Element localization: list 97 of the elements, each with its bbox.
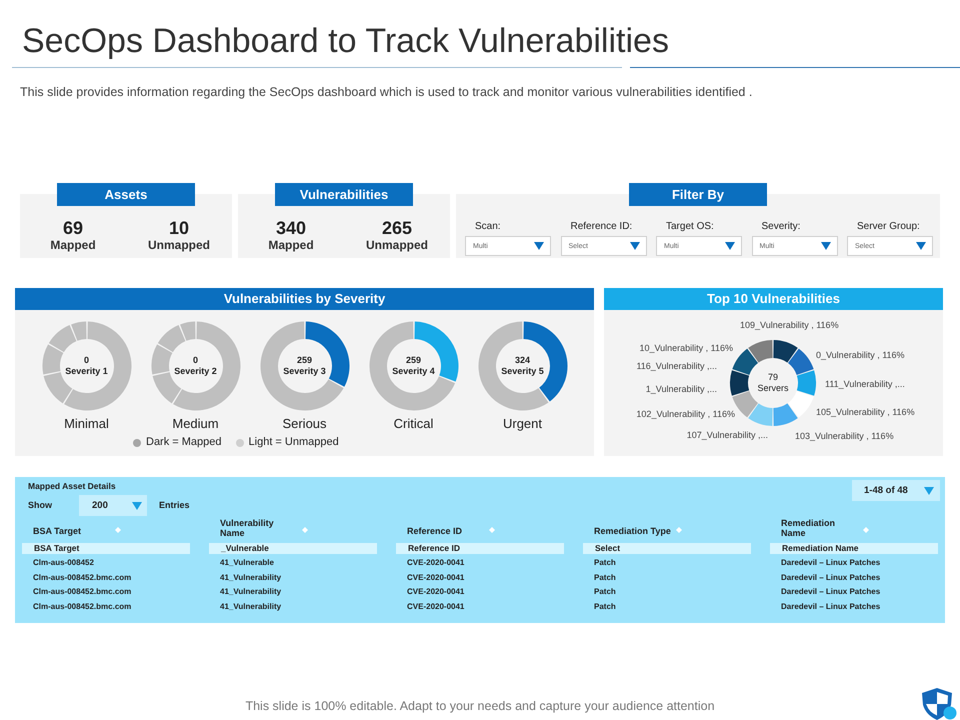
filter-field[interactable]: Remediation Name — [770, 543, 938, 554]
donut-value: 324 — [514, 355, 530, 366]
table-cell-text: Clm-aus-008452.bmc.com — [33, 586, 132, 598]
table-cell-text: Daredevil – Linux Patches — [781, 572, 880, 584]
table-cell-text: Clm-aus-008452 — [33, 557, 94, 569]
filter-field[interactable]: Reference ID — [396, 543, 564, 554]
pager-dropdown[interactable]: 1-48 of 48 — [852, 480, 940, 501]
table-cell-text: Daredevil – Linux Patches — [781, 600, 880, 612]
donut-value: 0 — [84, 355, 89, 366]
table-title: Mapped Asset Details — [28, 481, 116, 492]
slice-label: 111_Vulnerability ,... — [825, 378, 905, 390]
stat-value: 10 — [168, 218, 190, 238]
slice-label: 109_Vulnerability , 116% — [740, 319, 839, 331]
servers-label: Servers — [758, 383, 788, 394]
caret-icon — [534, 242, 544, 250]
donut-value: 259 — [406, 355, 422, 366]
stat-value: 69 — [62, 218, 84, 238]
filter-field[interactable]: _Vulnerable — [209, 543, 377, 554]
column-header: BSA Target — [33, 526, 82, 536]
caret-icon — [132, 502, 142, 510]
table-cell-text: Patch — [594, 586, 616, 598]
donut-caption: Severity 1 — [65, 366, 108, 377]
stat-value: 265 — [382, 218, 412, 238]
table-cell-text: 41_Vulnerability — [220, 586, 282, 598]
caret-icon — [725, 242, 735, 250]
filter-label: Severity: — [762, 221, 800, 233]
footer-note: This slide is 100% editable. Adapt to your needs and capture your audience attention — [245, 699, 715, 715]
section-heading: Vulnerabilities — [275, 183, 413, 206]
severity-label: Medium — [172, 416, 219, 431]
caret-icon — [916, 242, 926, 250]
donut-caption: Severity 5 — [501, 366, 544, 377]
severity-label: Critical — [394, 416, 434, 431]
slice-label: 102_Vulnerability , 116% — [636, 408, 735, 420]
slice-label: 107_Vulnerability ,... — [686, 429, 768, 441]
donut-caption: Severity 3 — [283, 366, 326, 377]
filter-field[interactable]: BSA Target — [22, 543, 190, 554]
column-header: Remediation Name — [781, 518, 836, 538]
slice-label: 10_Vulnerability , 116% — [639, 342, 733, 354]
donut-value: 0 — [192, 355, 198, 366]
slide-title: SecOps Dashboard to Track Vulnerabilities — [22, 21, 669, 62]
filter-label: Reference ID: — [570, 221, 632, 233]
donut-caption: Severity 4 — [392, 366, 435, 377]
slide-subtitle: This slide provides information regarding the SecOps dashboard which is used to track and monitor various vulnerabilities identified . — [20, 85, 752, 100]
slice-label: 105_Vulnerability , 116% — [816, 406, 915, 418]
table-cell-text: Patch — [594, 557, 616, 569]
stat-label: Mapped — [268, 238, 314, 252]
legend-label: Light = Unmapped — [248, 436, 339, 449]
column-header: Remediation Type — [594, 526, 671, 536]
filter-field[interactable]: Select — [583, 543, 751, 554]
table-cell-text: Patch — [594, 572, 616, 584]
table-cell-text: 41_Vulnerable — [220, 557, 274, 569]
severity-label: Minimal — [64, 416, 109, 431]
table-cell-text: CVE-2020-0041 — [407, 572, 464, 584]
slice-label: 1_Vulnerability ,... — [646, 383, 717, 395]
filter-label: Scan: — [475, 221, 501, 233]
slice-label: 103_Vulnerability , 116% — [795, 430, 894, 442]
section-heading: Assets — [57, 183, 195, 206]
stat-label: Mapped — [50, 238, 96, 252]
stat-label: Unmapped — [148, 238, 210, 252]
table-cell-text: Daredevil – Linux Patches — [781, 557, 880, 569]
table-cell-text: Patch — [594, 600, 616, 612]
severity-label: Urgent — [502, 416, 542, 431]
table-cell-text: 41_Vulnerability — [220, 600, 282, 613]
caret-icon — [820, 242, 830, 250]
column-header: Reference ID — [407, 526, 462, 536]
donut-caption: Severity 2 — [174, 366, 217, 377]
filter-label: Server Group: — [857, 221, 920, 233]
sort-icon[interactable] — [676, 526, 682, 532]
severity-label: Serious — [282, 416, 327, 431]
slice-label: 116_Vulnerability ,... — [636, 360, 717, 372]
stat-value: 340 — [276, 218, 306, 238]
table-cell-text: CVE-2020-0041 — [407, 600, 464, 612]
caret-icon — [630, 242, 640, 250]
sort-icon[interactable] — [863, 526, 869, 532]
legend-label: Dark = Mapped — [146, 436, 222, 449]
sort-icon[interactable] — [489, 526, 495, 532]
servers-count: 79 — [768, 372, 778, 383]
sort-icon[interactable] — [302, 526, 308, 532]
table-cell-text: Clm-aus-008452.bmc.com — [33, 572, 132, 584]
slice-label: 0_Vulnerability , 116% — [816, 349, 905, 361]
donut-value: 259 — [296, 355, 312, 366]
caret-icon — [924, 486, 934, 494]
table-cell-text: Daredevil – Linux Patches — [781, 586, 880, 598]
column-header: Vulnerability Name — [220, 518, 275, 538]
table-cell-text: CVE-2020-0041 — [407, 557, 464, 569]
section-heading: Filter By — [629, 183, 767, 206]
entries-dropdown[interactable]: 200 — [79, 495, 147, 516]
sort-icon[interactable] — [115, 526, 121, 532]
show-label: Show — [28, 500, 52, 511]
panel-header: Top 10 Vulnerabilities — [604, 288, 943, 310]
stat-label: Unmapped — [366, 238, 428, 252]
filter-label: Target OS: — [666, 221, 714, 233]
table-cell-text: Clm-aus-008452.bmc.com — [33, 600, 132, 612]
entries-label: Entries — [159, 500, 190, 511]
table-cell-text: CVE-2020-0041 — [407, 586, 464, 598]
table-cell-text: 41_Vulnerability — [220, 572, 282, 584]
panel-header: Vulnerabilities by Severity — [15, 288, 594, 310]
